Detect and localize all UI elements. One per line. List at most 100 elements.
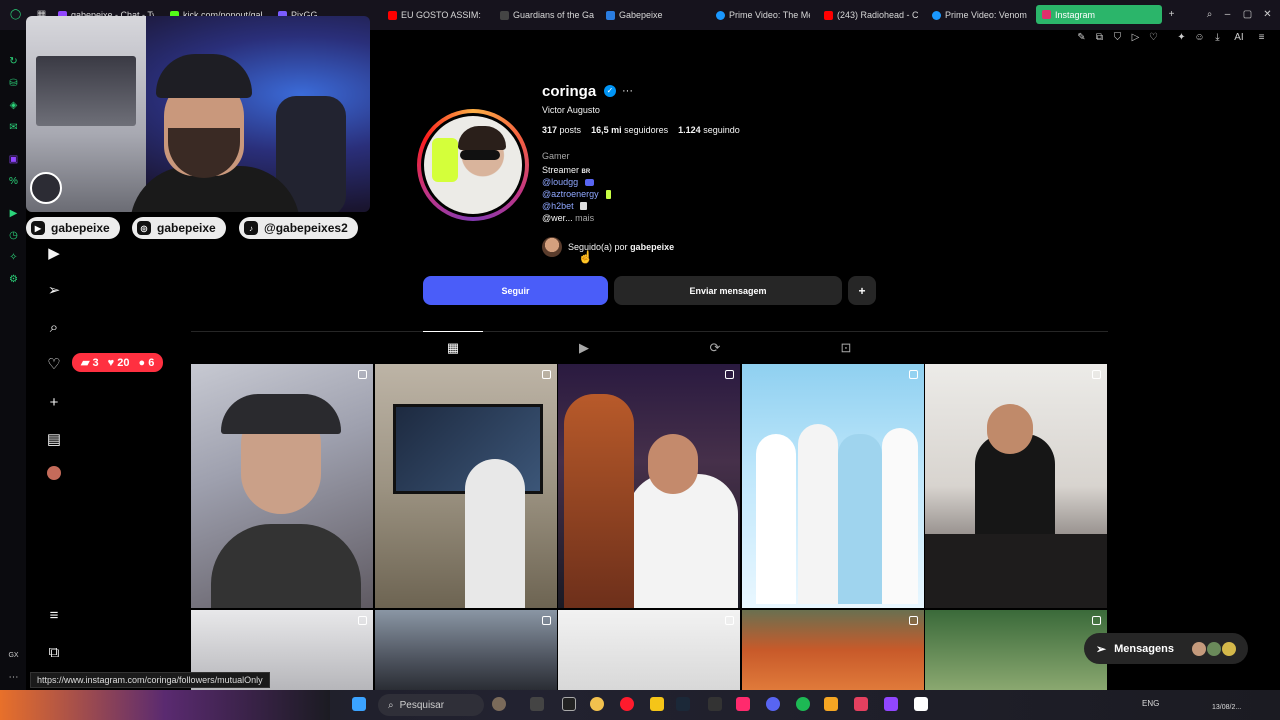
opera-gx-icon[interactable] [620, 697, 634, 711]
post-thumbnail[interactable] [375, 610, 557, 690]
app-icon[interactable] [736, 697, 750, 711]
notifications-heart-icon[interactable]: ♡ [44, 355, 64, 375]
play-icon[interactable]: ▷ [1130, 32, 1141, 43]
more-icon[interactable]: ⋯ [8, 672, 19, 683]
windows-start-icon[interactable] [352, 697, 366, 711]
app-icon[interactable] [562, 697, 576, 711]
reels-tab-icon[interactable]: ▶ [576, 340, 592, 356]
battery-emoji-icon [606, 190, 611, 199]
gx-icon[interactable]: GX [8, 650, 19, 661]
tagged-tab-icon[interactable]: ⊡ [838, 340, 854, 356]
post-thumbnail[interactable] [375, 364, 557, 608]
following-count[interactable]: 1.124 seguindo [678, 125, 740, 135]
opera-logo-icon[interactable]: ◯ [10, 9, 21, 20]
profile-avatar-icon[interactable] [44, 466, 64, 486]
tab-guardians[interactable]: Guardians of the Gala [500, 6, 594, 24]
discord-icon[interactable] [766, 697, 780, 711]
send-message-button[interactable]: Enviar mensagem [614, 276, 842, 305]
apps-icon[interactable]: ⧉ [44, 643, 64, 663]
language-indicator[interactable]: ENG [1142, 699, 1159, 708]
brazil-flag: BR [581, 169, 591, 175]
messenger-icon[interactable]: ✉ [8, 122, 19, 133]
post-thumbnail[interactable] [925, 610, 1107, 690]
carousel-icon [1092, 370, 1101, 379]
player-icon[interactable]: ▶ [8, 208, 19, 219]
bio-more-link[interactable]: mais [575, 213, 594, 223]
youtube-icon: ▶ [31, 221, 45, 235]
options-icon[interactable]: ··· [622, 85, 633, 97]
ai-button[interactable]: AI [1228, 32, 1250, 43]
followers-count[interactable]: 16,5 mi seguidores [591, 125, 668, 135]
taskbar-search[interactable]: ⌕ Pesquisar [378, 694, 484, 716]
post-thumbnail[interactable] [558, 610, 740, 690]
bookmark-icon[interactable]: ◈ [8, 100, 19, 111]
more-menu-icon[interactable]: ≡ [44, 606, 64, 626]
status-bar-url: https://www.instagram.com/coringa/follow… [30, 672, 270, 688]
chrome-icon[interactable] [590, 697, 604, 711]
comments-count: ▰ 3 [81, 357, 99, 369]
heart-icon[interactable]: ♡ [1148, 32, 1159, 43]
post-thumbnail[interactable] [742, 364, 924, 608]
avatar [1222, 641, 1236, 656]
extensions-sidebar-icon[interactable]: ✧ [8, 252, 19, 263]
reposts-tab-icon[interactable]: ⟳ [707, 340, 723, 356]
screenshot-icon[interactable]: ⧉ [1094, 32, 1105, 43]
tab-prime-video-the-me[interactable]: Prime Video: The Me [716, 6, 810, 24]
spotify-icon[interactable] [796, 697, 810, 711]
app-icon[interactable] [854, 697, 868, 711]
steam-icon[interactable] [676, 697, 690, 711]
create-icon[interactable]: + [44, 393, 64, 413]
profile-full-name: Victor Augusto [542, 105, 600, 115]
mention-aztroenergy[interactable]: @aztroenergy [542, 189, 599, 199]
shield-icon[interactable]: ⛉ [1112, 32, 1123, 43]
crypto-wallet-icon[interactable]: ⛁ [8, 78, 19, 89]
post-thumbnail[interactable] [558, 364, 740, 608]
post-thumbnail[interactable] [191, 364, 373, 608]
new-tab-button[interactable]: + [1166, 9, 1177, 20]
activity-badge[interactable]: ▰ 3 ♥ 20 ● 6 [72, 353, 164, 372]
profile-avatar[interactable] [424, 116, 522, 214]
twitch-icon[interactable] [884, 697, 898, 711]
mutual-follower-avatar[interactable] [542, 237, 562, 257]
percent-icon[interactable]: % [8, 176, 19, 187]
twitch-sidebar-icon[interactable]: ▣ [8, 154, 19, 165]
instagram-icon: ◎ [137, 221, 151, 235]
widgets-icon[interactable] [492, 697, 506, 711]
search-icon[interactable]: ⌕ [44, 318, 64, 338]
refresh-icon[interactable]: ↻ [8, 56, 19, 67]
search-icon: ⌕ [388, 699, 394, 711]
download-icon[interactable]: ⤓ [1212, 32, 1223, 43]
menu-icon[interactable]: ≡ [1256, 32, 1267, 43]
tab-instagram[interactable]: Instagram [1036, 5, 1162, 24]
tab-youtube-eu-gosto[interactable]: EU GOSTO ASSIM: M [388, 6, 484, 24]
settings-icon[interactable]: ⚙ [8, 274, 19, 285]
mention-loudgg[interactable]: @loudgg [542, 177, 578, 187]
post-thumbnail[interactable] [925, 364, 1107, 608]
minimize-icon[interactable]: – [1222, 9, 1233, 20]
messages-button[interactable]: ➢ Mensagens [1084, 633, 1248, 664]
profile-icon[interactable]: ☺ [1194, 32, 1205, 43]
tab-youtube-radiohead[interactable]: (243) Radiohead - Cr [824, 6, 918, 24]
taskbar-date[interactable]: 13/08/2... [1212, 704, 1241, 711]
file-explorer-icon[interactable] [650, 697, 664, 711]
suggested-users-button[interactable]: + [848, 276, 876, 305]
pin-icon[interactable]: ✎ [1076, 32, 1087, 43]
tab-prime-video-venom[interactable]: Prime Video: Venom [932, 6, 1028, 24]
mention-h2bet[interactable]: @h2bet [542, 201, 574, 211]
extensions-icon[interactable]: ✦ [1176, 32, 1187, 43]
direct-messages-icon[interactable]: ➢ [44, 281, 64, 301]
maximize-icon[interactable]: ▢ [1242, 9, 1253, 20]
tab-gabepeixe[interactable]: Gabepeixe [606, 6, 686, 24]
app-icon[interactable] [914, 697, 928, 711]
reels-icon[interactable]: ▶ [44, 244, 64, 264]
post-thumbnail[interactable] [742, 610, 924, 690]
follow-button[interactable]: Seguir [423, 276, 608, 305]
history-icon[interactable]: ◷ [8, 230, 19, 241]
close-icon[interactable]: ✕ [1262, 9, 1273, 20]
app-icon[interactable] [824, 697, 838, 711]
search-tabs-icon[interactable]: ⌕ [1204, 9, 1215, 20]
task-view-icon[interactable] [530, 697, 544, 711]
app-icon[interactable] [708, 697, 722, 711]
dashboard-icon[interactable]: ▤ [44, 430, 64, 450]
posts-grid-tab-icon[interactable]: ▦ [445, 340, 461, 356]
